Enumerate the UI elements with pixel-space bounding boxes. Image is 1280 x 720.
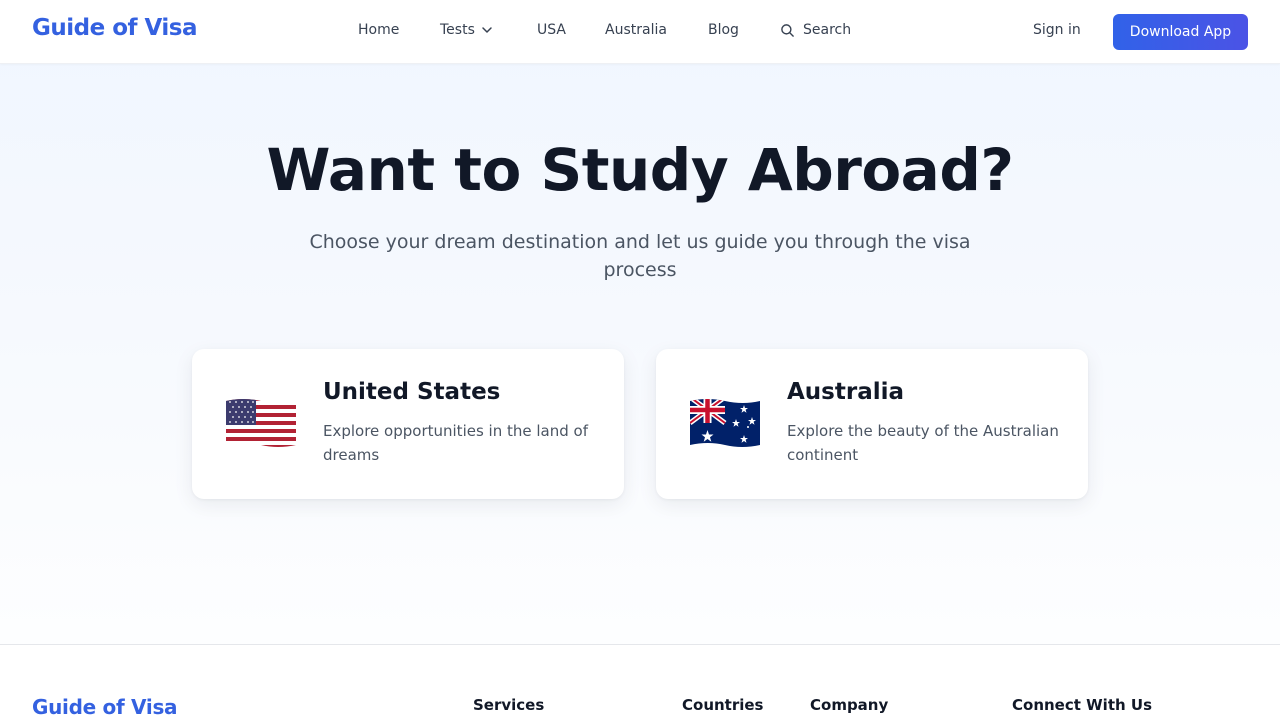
footer-heading-services: Services bbox=[473, 696, 545, 714]
destination-name: United States bbox=[323, 379, 501, 405]
australia-flag-icon bbox=[690, 399, 760, 447]
search-icon bbox=[781, 23, 794, 37]
footer-heading-company: Company bbox=[810, 696, 889, 714]
site-header: Guide of Visa Home Tests USA Australia B… bbox=[0, 0, 1280, 64]
nav-search-label: Search bbox=[803, 22, 852, 38]
footer-heading-connect: Connect With Us bbox=[1012, 696, 1152, 714]
footer-heading-countries: Countries bbox=[682, 696, 764, 714]
nav-tests-label: Tests bbox=[440, 22, 475, 38]
chevron-down-icon bbox=[482, 27, 492, 33]
nav-search[interactable]: Search bbox=[780, 22, 851, 38]
nav-usa-label: USA bbox=[537, 22, 566, 38]
site-logo[interactable]: Guide of Visa bbox=[32, 15, 198, 41]
hero-subtitle: Choose your dream destination and let us… bbox=[309, 231, 971, 281]
destination-card-australia[interactable]: Australia Explore the beauty of the Aust… bbox=[656, 349, 1088, 499]
destination-description: Explore the beauty of the Australian con… bbox=[787, 422, 1059, 464]
nav-blog[interactable]: Blog bbox=[708, 22, 739, 38]
nav-home-label: Home bbox=[358, 22, 400, 38]
sign-in-link[interactable]: Sign in bbox=[1033, 22, 1081, 38]
nav-australia[interactable]: Australia bbox=[605, 22, 667, 38]
download-app-button[interactable]: Download App bbox=[1113, 14, 1248, 50]
destination-card-united-states[interactable]: United States Explore opportunities in t… bbox=[192, 349, 624, 499]
hero-title: Want to Study Abroad? bbox=[266, 136, 1014, 204]
nav-home[interactable]: Home bbox=[358, 22, 399, 38]
us-flag-icon bbox=[226, 399, 296, 447]
destination-name: Australia bbox=[787, 379, 905, 405]
nav-tests-dropdown[interactable]: Tests bbox=[440, 22, 493, 38]
nav-blog-label: Blog bbox=[708, 22, 739, 38]
nav-usa[interactable]: USA bbox=[537, 22, 566, 38]
site-footer: Guide of Visa Services Countries Company… bbox=[0, 644, 1280, 720]
destination-description: Explore opportunities in the land of dre… bbox=[323, 422, 588, 464]
footer-logo[interactable]: Guide of Visa bbox=[32, 695, 178, 719]
nav-australia-label: Australia bbox=[605, 22, 667, 38]
